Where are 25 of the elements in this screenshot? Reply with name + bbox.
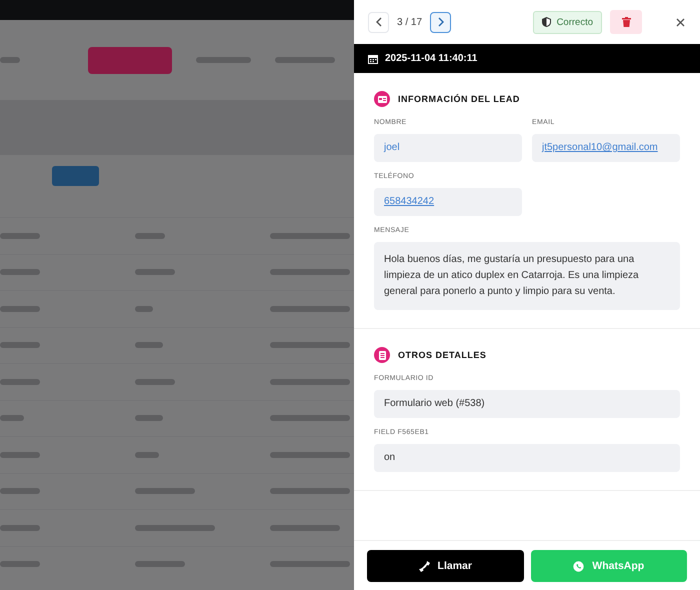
value-field: joel [374,134,522,162]
chevron-right-icon [436,17,445,27]
close-button[interactable] [674,18,686,26]
section-title: OTROS DETALLES [398,350,486,360]
next-button[interactable] [430,12,452,32]
shield-icon [542,17,551,27]
delete-button[interactable] [610,10,642,34]
date-text: 2025-11-04 11:40:11 [385,53,478,64]
page-counter: 3 / 17 [397,16,422,28]
chat-icon [573,560,584,572]
value-field: on [374,444,680,472]
correct-button[interactable]: Correcto [532,10,602,34]
message-field: Hola buenos días, me gustaría un presupuesto para una limpieza de un atico duplex en Catarroja. Es una limpieza general para ponerlo a punto y limpio para su venta. [374,242,680,310]
calendar-icon [368,54,378,64]
call-button[interactable]: Llamar [367,550,524,582]
previous-button[interactable] [368,12,389,32]
chevron-left-icon [374,17,382,27]
phone-icon [418,560,430,572]
value-field: jt5personal10@gmail.com [532,134,680,162]
section-title: INFORMACIÓN DEL LEAD [398,94,520,104]
value-field: 658434242 [374,188,522,216]
trash-icon [622,17,630,27]
document-icon [374,347,390,363]
value-field: Formulario web (#538) [374,390,680,418]
id-card-icon [374,91,390,107]
